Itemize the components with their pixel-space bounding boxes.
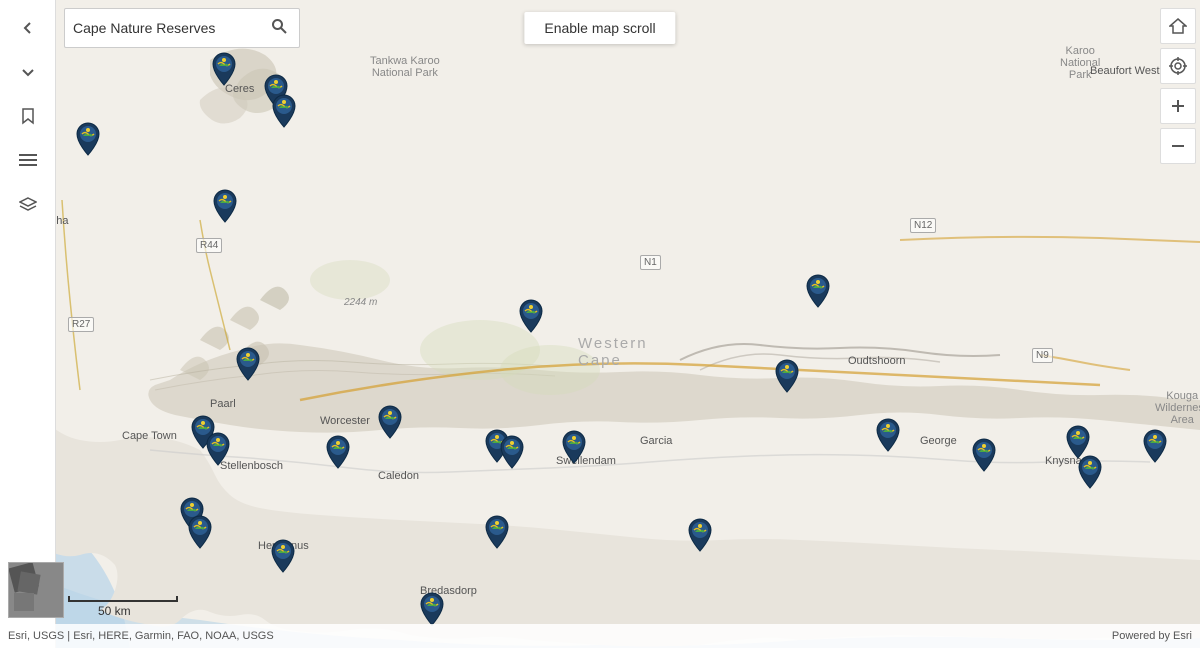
back-button[interactable] [8,8,48,48]
zoom-out-button[interactable] [1160,128,1196,164]
map-marker[interactable] [560,429,588,463]
right-toolbar [1156,0,1200,648]
map-marker[interactable] [483,514,511,548]
dropdown-button[interactable] [8,52,48,92]
attribution: Esri, USGS | Esri, HERE, Garmin, FAO, NO… [0,624,1200,648]
map-marker[interactable] [210,51,238,85]
map-container[interactable]: Enable map scroll [0,0,1200,648]
map-marker[interactable] [874,417,902,451]
map-marker[interactable] [74,121,102,155]
map-background [0,0,1200,648]
left-sidebar [0,0,56,648]
zoom-in-button[interactable] [1160,88,1196,124]
map-marker[interactable] [1064,424,1092,458]
bookmark-button[interactable] [8,96,48,136]
attribution-left: Esri, USGS | Esri, HERE, Garmin, FAO, NO… [8,630,274,642]
scale-label: 50 km [98,604,131,618]
top-bar [56,0,308,56]
map-marker[interactable] [269,538,297,572]
scale-line [68,596,178,602]
map-thumbnail[interactable] [8,562,64,618]
map-marker[interactable] [186,514,214,548]
map-marker[interactable] [773,358,801,392]
enable-scroll-banner[interactable]: Enable map scroll [524,12,675,44]
search-box [64,8,300,48]
search-input[interactable] [73,20,263,36]
layers-button[interactable] [8,184,48,224]
map-marker[interactable] [804,273,832,307]
home-button[interactable] [1160,8,1196,44]
map-marker[interactable] [376,404,404,438]
map-marker[interactable] [517,298,545,332]
map-marker[interactable] [686,517,714,551]
map-marker[interactable] [1076,454,1104,488]
map-marker[interactable] [211,188,239,222]
map-marker[interactable] [498,434,526,468]
map-marker[interactable] [324,434,352,468]
map-marker[interactable] [270,93,298,127]
search-button[interactable] [267,14,291,43]
scale-bar: 50 km [68,596,178,618]
attribution-right: Powered by Esri [1112,630,1192,642]
map-marker[interactable] [234,346,262,380]
map-marker[interactable] [418,591,446,625]
locate-button[interactable] [1160,48,1196,84]
map-marker[interactable] [204,431,232,465]
map-marker[interactable] [970,437,998,471]
menu-button[interactable] [8,140,48,180]
